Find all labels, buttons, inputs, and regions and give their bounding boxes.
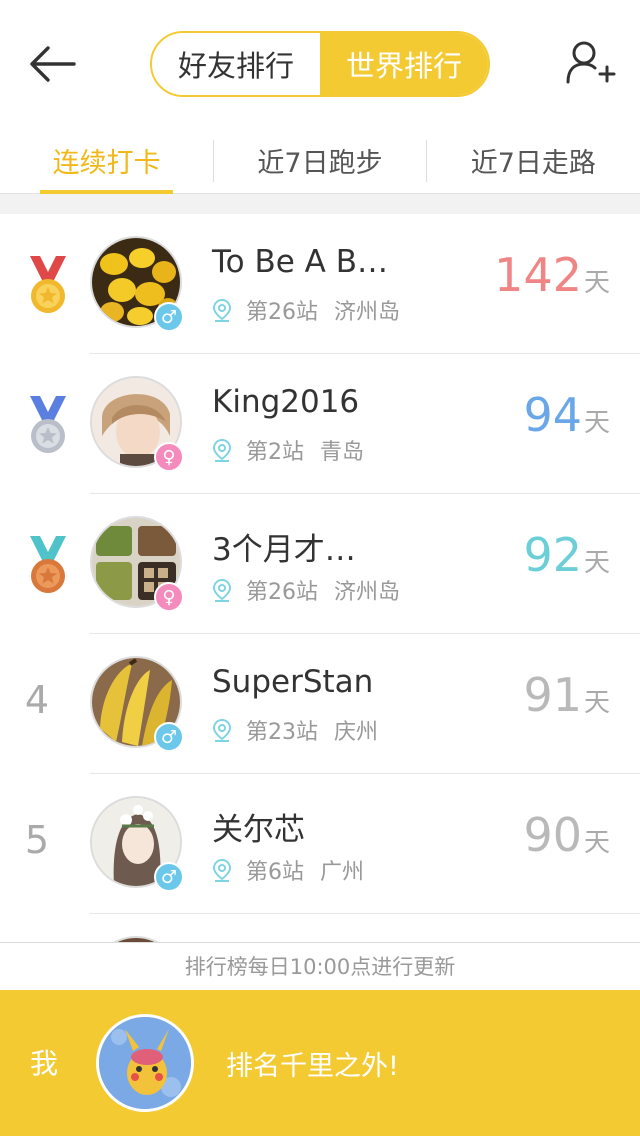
days-value: 142: [494, 248, 582, 302]
silver-medal-icon: [30, 396, 66, 453]
city-text: 济州岛: [334, 580, 401, 605]
user-avatar[interactable]: ♂: [90, 796, 184, 892]
my-rank-bar[interactable]: 我 排名千里之外!: [0, 990, 640, 1136]
streak-days: 94 天: [523, 388, 610, 442]
days-unit: 天: [583, 268, 610, 298]
user-name: King2016: [212, 384, 360, 420]
location-pin-icon: [212, 298, 232, 322]
days-unit: 天: [583, 688, 610, 718]
station-text: 第23站: [246, 720, 318, 745]
tab-7day-running[interactable]: 近7日跑步: [213, 128, 426, 193]
ranking-row[interactable]: 4 ♂ SuperStan 第23站 庆州 91 天: [0, 634, 640, 774]
ranking-row[interactable]: ♂ To Be A B… 第26站 济州岛 142 天: [0, 214, 640, 354]
rank-number: 4: [24, 678, 50, 722]
user-name: 关尔芯: [212, 812, 305, 848]
station-text: 第6站: [246, 860, 304, 885]
user-name: SuperStan: [212, 664, 374, 700]
location-pin-icon: [212, 718, 232, 742]
section-spacer: [0, 194, 640, 214]
streak-days: 142 天: [494, 248, 610, 302]
tab-7day-walking[interactable]: 近7日走路: [427, 128, 640, 193]
streak-days: 92 天: [523, 528, 610, 582]
user-avatar[interactable]: ♀: [90, 376, 184, 472]
tab-label: 连续打卡: [52, 148, 161, 179]
world-ranking-tab[interactable]: 世界排行: [320, 33, 488, 95]
user-avatar[interactable]: ♀: [90, 516, 184, 612]
city-text: 广州: [320, 860, 365, 885]
station-text: 第2站: [246, 440, 304, 465]
add-user-icon: [566, 41, 616, 84]
tab-divider: [426, 140, 427, 182]
station-text: 第26站: [246, 580, 318, 605]
city-text: 庆州: [334, 720, 379, 745]
city-text: 青岛: [320, 440, 365, 465]
streak-days: 90 天: [523, 808, 610, 862]
user-location: 第26站 济州岛: [212, 294, 400, 326]
user-name: 3个月才…: [212, 532, 356, 568]
male-gender-icon: ♂: [154, 302, 184, 332]
days-value: 92: [523, 528, 582, 582]
friends-ranking-tab[interactable]: 好友排行: [152, 33, 320, 95]
user-avatar[interactable]: ♂: [90, 236, 184, 332]
bronze-medal-icon: [30, 536, 66, 593]
days-unit: 天: [583, 408, 610, 438]
female-gender-icon: ♀: [154, 582, 184, 612]
user-location: 第23站 庆州: [212, 714, 378, 746]
rank-number: 5: [24, 818, 50, 862]
my-avatar[interactable]: [96, 1014, 194, 1112]
gold-medal-icon: [30, 256, 66, 313]
location-pin-icon: [212, 858, 232, 882]
update-notice: 排行榜每日10:00点进行更新: [0, 942, 640, 990]
tab-consecutive-checkin[interactable]: 连续打卡: [0, 128, 213, 194]
male-gender-icon: ♂: [154, 722, 184, 752]
ranking-scope-switch: 好友排行 世界排行: [150, 31, 490, 97]
back-button[interactable]: [26, 40, 80, 88]
ranking-row[interactable]: 5 ♂ 关尔芯 第6站 广州 90 天: [0, 774, 640, 914]
days-unit: 天: [583, 548, 610, 578]
user-name: To Be A B…: [212, 244, 389, 280]
arrow-left-icon: [30, 46, 76, 82]
location-pin-icon: [212, 438, 232, 462]
ranking-row[interactable]: [0, 914, 640, 942]
my-rank-status: 排名千里之外!: [226, 1051, 399, 1082]
user-location: 第6站 广州: [212, 854, 364, 886]
city-text: 济州岛: [334, 300, 401, 325]
days-value: 91: [523, 668, 582, 722]
add-friend-button[interactable]: [562, 38, 618, 92]
user-location: 第26站 济州岛: [212, 574, 400, 606]
tab-label: 近7日跑步: [257, 148, 383, 179]
user-location: 第2站 青岛: [212, 434, 364, 466]
days-unit: 天: [583, 828, 610, 858]
female-gender-icon: ♀: [154, 442, 184, 472]
tab-label: 近7日走路: [470, 148, 596, 179]
days-value: 94: [523, 388, 582, 442]
tab-divider: [213, 140, 214, 182]
days-value: 90: [523, 808, 582, 862]
metric-tabs: 连续打卡 近7日跑步 近7日走路: [0, 128, 640, 194]
streak-days: 91 天: [523, 668, 610, 722]
user-avatar[interactable]: ♂: [90, 656, 184, 752]
ranking-row[interactable]: ♀ King2016 第2站 青岛 94 天: [0, 354, 640, 494]
ranking-list[interactable]: ♂ To Be A B… 第26站 济州岛 142 天 ♀ King2016 第…: [0, 214, 640, 942]
male-gender-icon: ♂: [154, 862, 184, 892]
top-bar: 好友排行 世界排行: [0, 0, 640, 128]
station-text: 第26站: [246, 300, 318, 325]
location-pin-icon: [212, 578, 232, 602]
ranking-row[interactable]: ♀ 3个月才… 第26站 济州岛 92 天: [0, 494, 640, 634]
me-label: 我: [30, 1047, 59, 1080]
